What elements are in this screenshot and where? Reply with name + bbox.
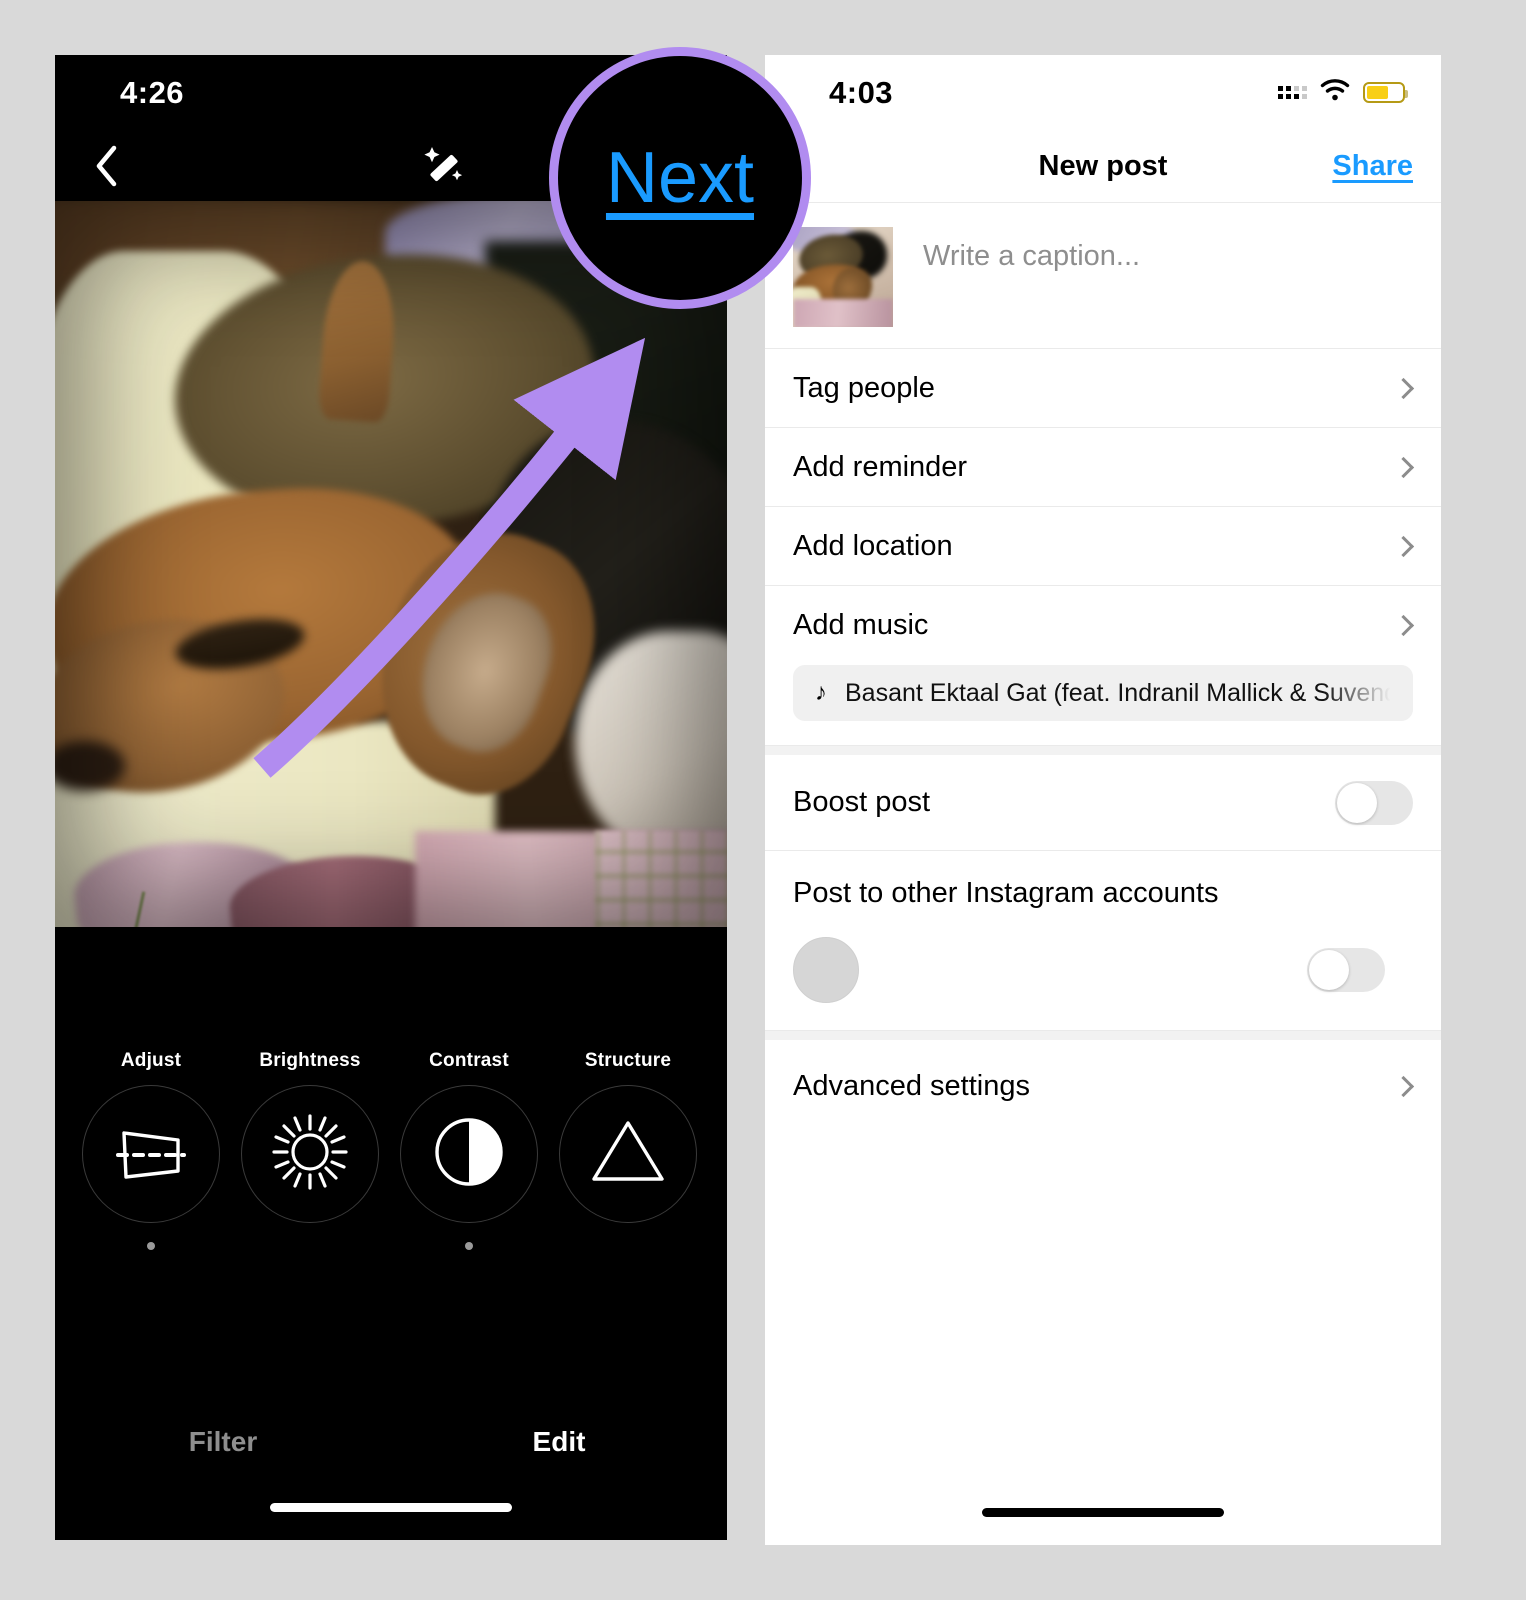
boost-post-toggle[interactable]	[1335, 780, 1413, 825]
adjust-icon	[108, 1111, 194, 1198]
row-add-reminder-label: Add reminder	[793, 450, 968, 483]
music-chip[interactable]: ♪ Basant Ektaal Gat (feat. Indranil Mall…	[793, 665, 1413, 721]
tool-contrast[interactable]: Contrast	[400, 1050, 538, 1250]
tool-structure[interactable]: Structure	[559, 1050, 697, 1250]
tab-filter[interactable]: Filter	[55, 1426, 391, 1458]
music-selection-row[interactable]: ♪ Basant Ektaal Gat (feat. Indranil Mall…	[765, 665, 1441, 746]
tool-brightness-label: Brightness	[259, 1050, 361, 1071]
tool-adjust-circle[interactable]	[82, 1085, 220, 1223]
wifi-icon	[1320, 79, 1350, 106]
chevron-left-icon	[94, 145, 118, 187]
battery-fill	[1367, 86, 1388, 99]
battery-low-power-icon	[1363, 82, 1408, 103]
tool-contrast-circle[interactable]	[400, 1085, 538, 1223]
row-advanced-settings-label: Advanced settings	[793, 1069, 1030, 1102]
caption-row[interactable]: Write a caption...	[765, 203, 1441, 349]
post-to-other-accounts-toggle[interactable]	[1307, 948, 1385, 992]
music-chip-fade	[1323, 665, 1413, 721]
row-add-music[interactable]: Add music	[765, 586, 1441, 665]
tool-adjust-label: Adjust	[120, 1050, 182, 1071]
accounts-body	[793, 910, 1413, 1030]
music-note-icon: ♪	[815, 679, 827, 706]
tool-brightness[interactable]: Brightness	[241, 1050, 379, 1250]
section-divider-2	[765, 1031, 1441, 1040]
brightness-sun-icon	[268, 1110, 352, 1199]
right-status-bar: 4:03	[765, 55, 1441, 131]
page-title: New post	[1038, 150, 1168, 182]
magnifier-callout: Next	[549, 47, 811, 309]
right-status-clock: 4:03	[829, 75, 894, 110]
chevron-right-icon	[1392, 1075, 1415, 1097]
structure-triangle-icon	[588, 1115, 668, 1194]
section-divider	[765, 746, 1441, 755]
photo-layer-vignette	[55, 201, 727, 927]
row-add-location[interactable]: Add location	[765, 507, 1441, 586]
chevron-right-icon	[1392, 614, 1415, 637]
row-tag-people-label: Tag people	[793, 371, 935, 404]
editor-tab-bar[interactable]: Filter Edit	[55, 1426, 727, 1458]
contrast-half-circle-icon	[430, 1113, 508, 1196]
row-post-to-other-accounts-label: Post to other Instagram accounts	[793, 877, 1219, 909]
row-add-reminder[interactable]: Add reminder	[765, 428, 1441, 507]
row-boost-post-label: Boost post	[793, 786, 931, 818]
chevron-right-icon	[1392, 456, 1415, 478]
right-phone-new-post-screen: 4:03 New post Share Write a caption... T…	[765, 55, 1441, 1545]
chevron-right-icon	[1392, 535, 1415, 557]
row-advanced-settings[interactable]: Advanced settings	[765, 1040, 1441, 1132]
account-avatar[interactable]	[793, 937, 859, 1003]
tool-adjust[interactable]: Adjust	[82, 1050, 220, 1250]
row-boost-post[interactable]: Boost post	[765, 755, 1441, 851]
thumb-layer-pink	[793, 299, 893, 327]
tool-brightness-circle[interactable]	[241, 1085, 379, 1223]
toggle-knob	[1337, 782, 1377, 823]
post-thumbnail[interactable]	[793, 227, 893, 327]
tool-structure-circle[interactable]	[559, 1085, 697, 1223]
left-status-clock: 4:26	[120, 75, 185, 110]
share-button[interactable]: Share	[1332, 150, 1413, 183]
right-nav-bar: New post Share	[765, 131, 1441, 203]
row-add-location-label: Add location	[793, 529, 953, 562]
row-add-music-label: Add music	[793, 609, 929, 641]
tab-edit[interactable]: Edit	[391, 1426, 727, 1458]
magnifier-next-label: Next	[605, 138, 755, 218]
toggle-knob	[1309, 950, 1349, 990]
caption-input[interactable]: Write a caption...	[923, 240, 1140, 273]
cellular-bars-icon	[1277, 85, 1307, 100]
row-tag-people[interactable]: Tag people	[765, 349, 1441, 428]
tool-adjust-dot	[147, 1242, 155, 1250]
magic-wand-icon	[421, 143, 467, 192]
chevron-right-icon	[1392, 377, 1415, 399]
row-post-to-other-accounts[interactable]: Post to other Instagram accounts	[765, 851, 1441, 1031]
edit-tools-row[interactable]: Adjust Brightness Contrast Structure	[55, 1050, 727, 1300]
screenshot-stage: 4:26 Next	[0, 0, 1526, 1600]
photo-preview[interactable]	[55, 201, 727, 927]
tool-contrast-dot	[465, 1242, 473, 1250]
home-indicator-right	[982, 1508, 1224, 1517]
tool-contrast-label: Contrast	[429, 1050, 509, 1071]
home-indicator-left	[270, 1503, 512, 1512]
magic-wand-button[interactable]	[415, 139, 473, 195]
tool-structure-label: Structure	[584, 1050, 672, 1071]
status-icon-group	[1277, 79, 1408, 106]
back-button[interactable]	[77, 137, 135, 195]
